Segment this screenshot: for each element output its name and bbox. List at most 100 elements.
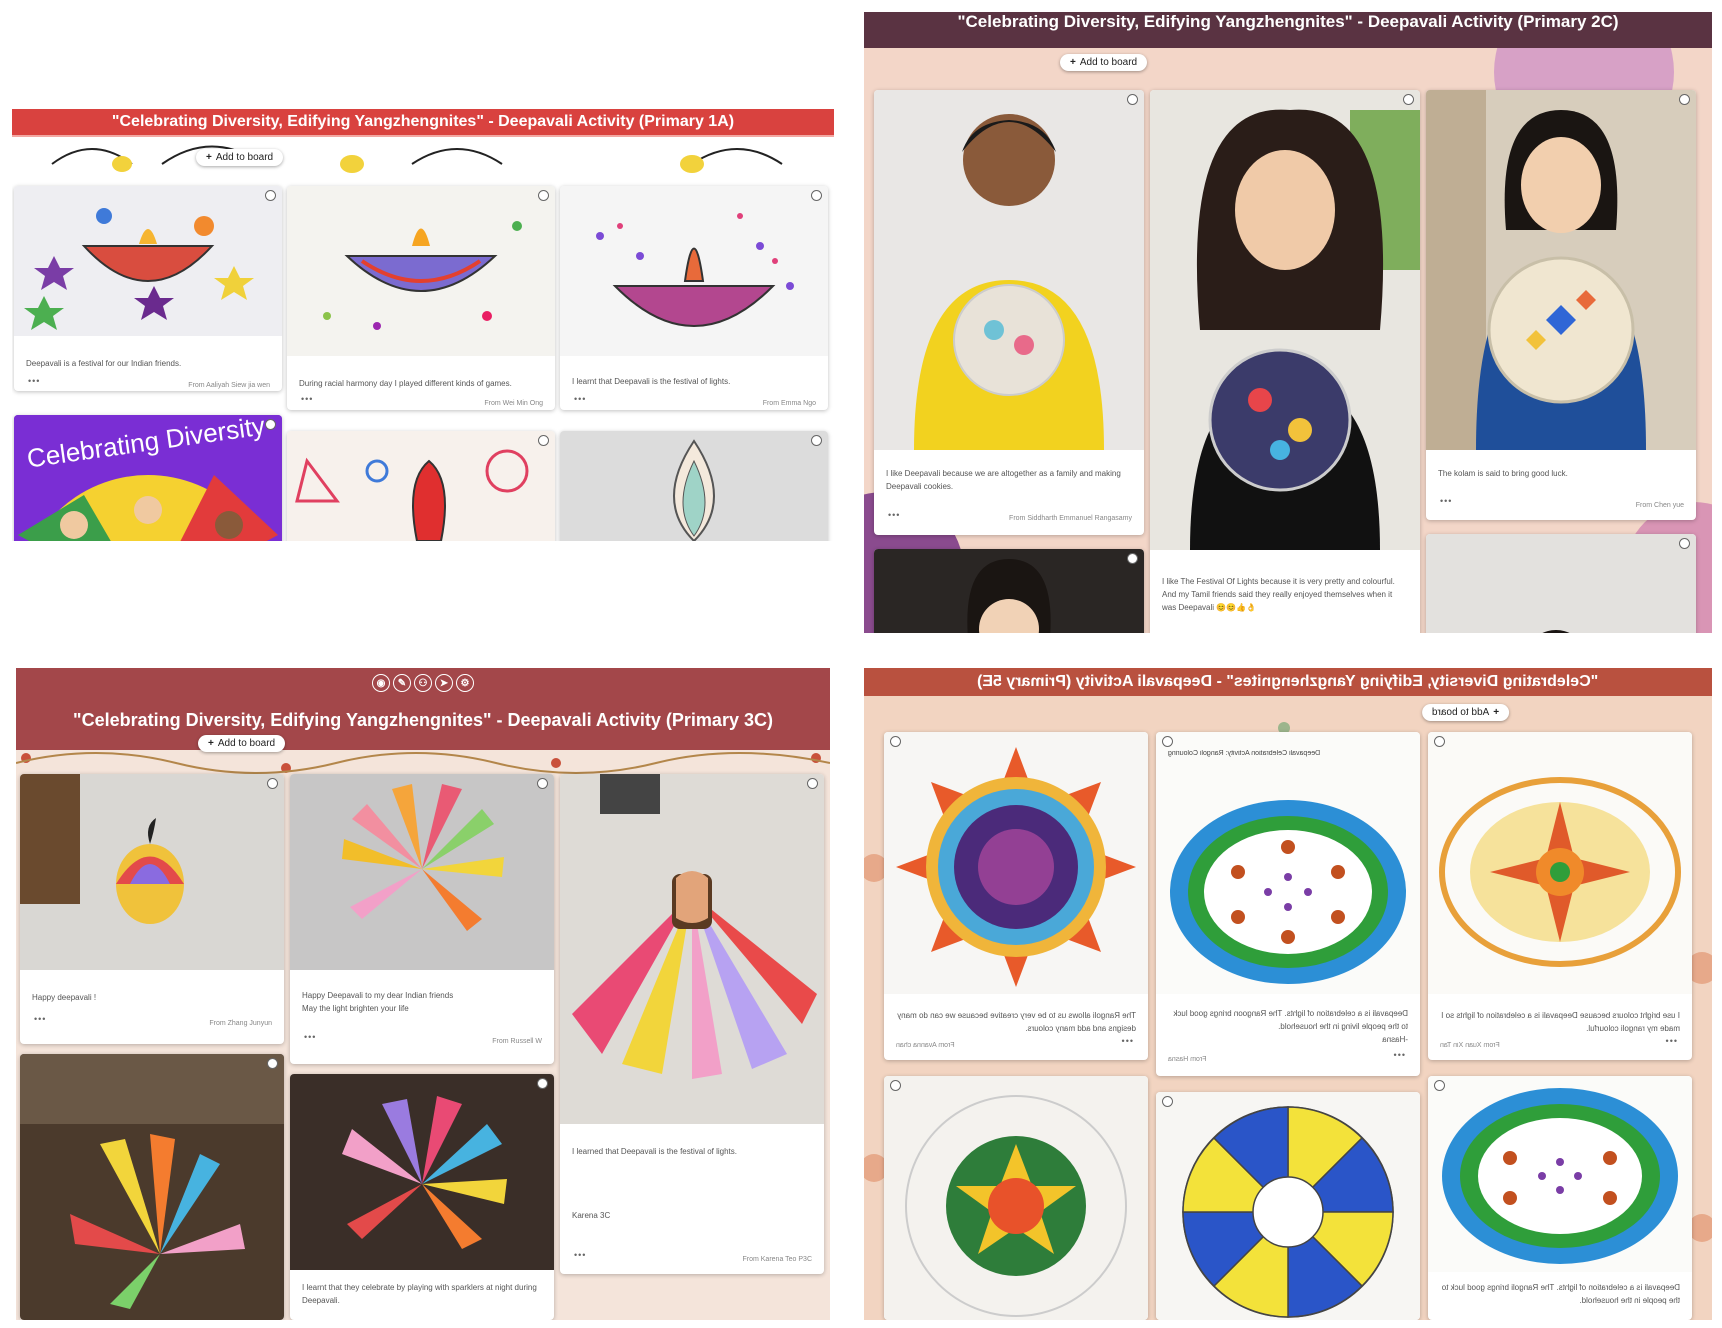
post-author: From Hasna xyxy=(1168,1056,1207,1063)
more-options-icon[interactable]: ••• xyxy=(1666,1036,1678,1046)
pin-icon[interactable] xyxy=(1434,736,1445,747)
settings-icon[interactable]: ⚙ xyxy=(456,674,474,692)
plus-icon: + xyxy=(1493,707,1500,718)
pin-icon[interactable] xyxy=(537,1078,548,1089)
post-card[interactable] xyxy=(20,1054,284,1320)
post-card[interactable] xyxy=(1156,1092,1420,1320)
more-options-icon[interactable]: ••• xyxy=(1394,1050,1406,1060)
post-card[interactable] xyxy=(874,549,1144,633)
pin-icon[interactable] xyxy=(538,435,549,446)
post-author: From Xuan Xin Tan xyxy=(1440,1042,1500,1049)
add-to-board-label: Add to board xyxy=(1432,707,1490,718)
post-author: From Karena Teo P3C xyxy=(742,1256,812,1263)
pin-icon[interactable] xyxy=(1127,94,1138,105)
post-card[interactable]: I use bright colours because Deepavali i… xyxy=(1428,732,1692,1060)
pin-icon[interactable] xyxy=(538,190,549,201)
more-options-icon[interactable]: ••• xyxy=(574,394,586,404)
post-image xyxy=(1426,90,1696,450)
pin-icon[interactable] xyxy=(267,1058,278,1069)
board-header: ◉ ✎ ⚇ ➤ ⚙ "Celebrating Diversity, Edifyi… xyxy=(16,668,830,750)
more-options-icon[interactable]: ••• xyxy=(34,1014,46,1024)
post-card[interactable]: The Rangoli allows us to be very creativ… xyxy=(884,732,1148,1060)
add-to-board-button[interactable]: +Add to board xyxy=(1422,704,1510,721)
more-options-icon[interactable]: ••• xyxy=(28,376,40,386)
post-card[interactable]: Happy deepavali ! ••• From Zhang Junyun xyxy=(20,774,284,1044)
post-image xyxy=(287,186,555,356)
post-card[interactable] xyxy=(287,431,555,541)
post-image xyxy=(560,431,828,541)
add-to-board-label: Add to board xyxy=(1079,57,1138,68)
add-to-board-button[interactable]: +Add to board xyxy=(1060,54,1148,71)
pin-icon[interactable] xyxy=(265,419,276,430)
pin-icon[interactable] xyxy=(537,778,548,789)
add-to-board-button[interactable]: +Add to board xyxy=(198,735,286,752)
pin-icon[interactable] xyxy=(1162,736,1173,747)
pin-icon[interactable] xyxy=(1127,553,1138,564)
pin-icon[interactable] xyxy=(890,1080,901,1091)
pin-icon[interactable] xyxy=(1162,1096,1173,1107)
post-card[interactable]: The kolam is said to bring good luck. ••… xyxy=(1426,90,1696,520)
more-options-icon[interactable]: ••• xyxy=(301,394,313,404)
post-card[interactable]: I learned that Deepavali is the festival… xyxy=(560,774,824,1274)
post-caption: Deepavali is a festival for our Indian f… xyxy=(26,359,182,368)
post-card[interactable]: During racial harmony day I played diffe… xyxy=(287,186,555,410)
post-image xyxy=(1426,534,1696,633)
edit-icon[interactable]: ✎ xyxy=(393,674,411,692)
post-image xyxy=(884,732,1148,994)
post-caption: Deepavali is a celebration of lights. Th… xyxy=(1173,1009,1408,1044)
more-options-icon[interactable]: ••• xyxy=(888,510,900,520)
add-to-board-button[interactable]: +Add to board xyxy=(196,149,284,166)
more-options-icon[interactable]: ••• xyxy=(574,1250,586,1260)
post-image xyxy=(874,549,1144,633)
more-options-icon[interactable]: ••• xyxy=(1122,1036,1134,1046)
post-card[interactable] xyxy=(884,1076,1148,1320)
post-caption: The kolam is said to bring good luck. xyxy=(1438,469,1568,478)
post-card[interactable]: Deepavali is a celebration of lights. Th… xyxy=(1428,1076,1692,1320)
board-title: "Celebrating Diversity, Edifying Yangzhe… xyxy=(111,113,735,130)
more-options-icon[interactable]: ••• xyxy=(1440,496,1452,506)
pin-icon[interactable] xyxy=(1679,538,1690,549)
plus-icon: + xyxy=(206,152,212,163)
plus-icon: + xyxy=(1070,57,1076,68)
pin-icon[interactable] xyxy=(807,778,818,789)
pin-icon[interactable] xyxy=(1434,1080,1445,1091)
post-caption: Happy deepavali ! xyxy=(32,993,97,1002)
post-author: From Avanna chan xyxy=(896,1042,955,1049)
post-card[interactable]: I like Deepavali because we are altogeth… xyxy=(874,90,1144,535)
pin-icon[interactable] xyxy=(811,435,822,446)
pin-icon[interactable] xyxy=(1679,94,1690,105)
post-card[interactable] xyxy=(560,431,828,541)
post-image xyxy=(20,774,284,970)
pin-icon[interactable] xyxy=(267,778,278,789)
pin-icon[interactable] xyxy=(811,190,822,201)
post-caption: I learned that Deepavali is the festival… xyxy=(572,1147,737,1220)
post-author: From Russell W xyxy=(492,1038,542,1045)
post-card[interactable]: Deepavali is a festival for our Indian f… xyxy=(14,186,282,391)
post-card[interactable]: Deepavali Celebration Activity: Rangoli … xyxy=(1156,732,1420,1076)
more-options-icon[interactable]: ••• xyxy=(304,1032,316,1042)
share-icon[interactable]: ⚇ xyxy=(414,674,432,692)
post-caption: I like Deepavali because we are altogeth… xyxy=(886,469,1121,491)
send-icon[interactable]: ➤ xyxy=(435,674,453,692)
post-card[interactable]: I learnt that Deepavali is the festival … xyxy=(560,186,828,410)
post-caption: The Rangoli allows us to be very creativ… xyxy=(897,1011,1136,1033)
post-card[interactable]: I learnt that they celebrate by playing … xyxy=(290,1074,554,1320)
post-card[interactable]: Celebrating Diversity xyxy=(14,415,282,541)
board-primary-1a: "Celebrating Diversity, Edifying Yangzhe… xyxy=(12,109,834,541)
post-image xyxy=(560,186,828,356)
board-toolbar: ◉ ✎ ⚇ ➤ ⚙ xyxy=(372,674,474,692)
post-image xyxy=(874,90,1144,450)
pin-icon[interactable] xyxy=(890,736,901,747)
post-card[interactable] xyxy=(1426,534,1696,633)
post-image xyxy=(14,186,282,336)
post-card[interactable]: Happy Deepavali to my dear Indian friend… xyxy=(290,774,554,1064)
pin-icon[interactable] xyxy=(265,190,276,201)
post-card[interactable]: I like The Festival Of Lights because it… xyxy=(1150,90,1420,633)
view-icon[interactable]: ◉ xyxy=(372,674,390,692)
post-image xyxy=(884,1076,1148,1320)
post-image xyxy=(290,1074,554,1270)
post-author: From Zhang Junyun xyxy=(209,1020,272,1027)
post-caption: During racial harmony day I played diffe… xyxy=(299,379,512,388)
board-header: "Celebrating Diversity, Edifying Yangzhe… xyxy=(864,668,1712,696)
pin-icon[interactable] xyxy=(1403,94,1414,105)
